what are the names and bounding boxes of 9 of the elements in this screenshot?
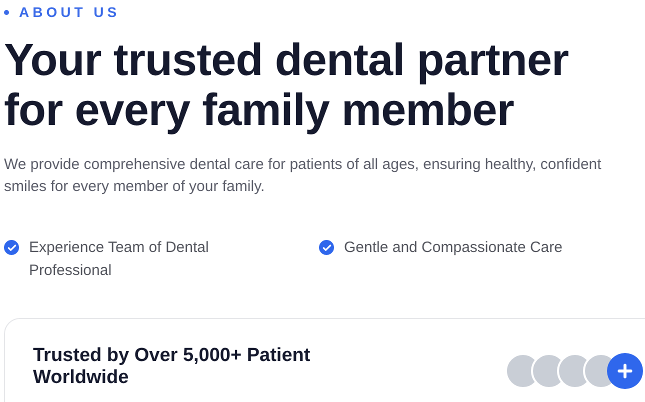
card-title: Trusted by Over 5,000+ Patient Worldwide xyxy=(33,345,312,389)
section-label: ABOUT US xyxy=(19,3,120,21)
add-button[interactable] xyxy=(607,353,643,389)
description-text: We provide comprehensive dental care for patients of all ages, ensuring healthy, confident smiles for every member of your family. xyxy=(4,155,602,197)
feature-text: Gentle and Compassionate Care xyxy=(344,238,562,258)
bullet-icon xyxy=(4,10,9,14)
plus-icon xyxy=(615,361,635,381)
page-heading: Your trusted dental partner for every family member xyxy=(4,35,570,135)
feature-text: Experience Team of Dental Professional xyxy=(29,238,210,281)
